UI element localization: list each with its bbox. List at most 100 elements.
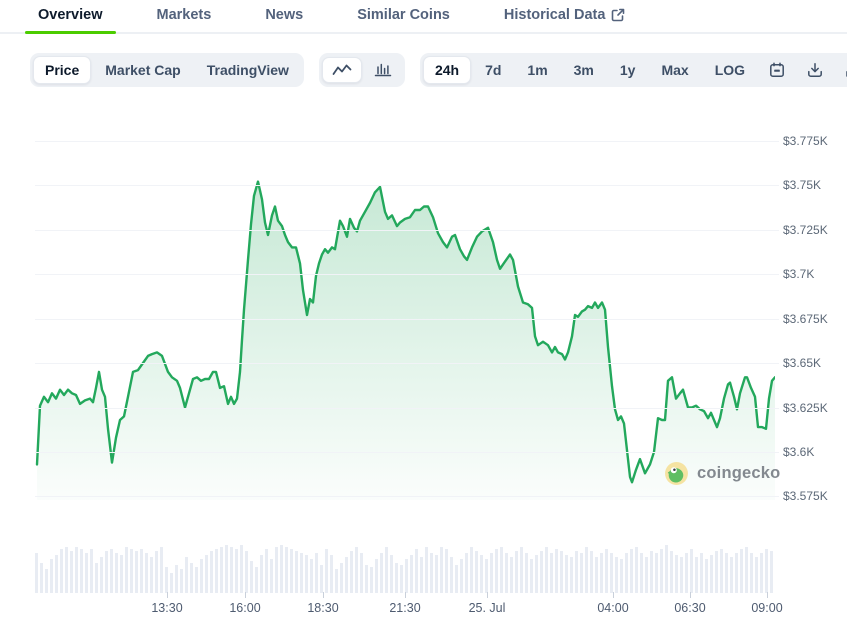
volume-bar [200,559,203,593]
volume-bar [760,553,763,593]
watermark-label: coingecko [697,464,780,483]
gridline [35,185,779,186]
x-axis-tick [245,592,246,598]
tool-button-download-icon[interactable] [797,56,833,84]
tool-button-calendar-icon[interactable] [759,56,795,84]
volume-bar [50,559,53,593]
volume-bar [310,559,313,593]
volume-bar [85,553,88,593]
volume-bar [255,567,258,593]
gridline [35,452,779,453]
volume-bar [650,551,653,593]
volume-bar [435,555,438,593]
volume-bar [530,559,533,593]
volume-bar [205,555,208,593]
volume-bar [660,549,663,593]
chart-type-toggle-group [319,53,405,87]
volume-bar [135,551,138,593]
volume-bar [685,553,688,593]
tab-news[interactable]: News [252,0,316,32]
volume-bars[interactable] [35,545,775,593]
volume-bar [305,555,308,593]
chart-type-button-bar-chart-icon[interactable] [364,57,402,83]
y-axis-label: $3.625K [783,400,845,416]
volume-bar [140,549,143,593]
volume-bar [230,547,233,593]
tab-label: Historical Data [504,7,606,23]
volume-bar [395,563,398,593]
volume-bar [490,553,493,593]
x-axis-tick [613,592,614,598]
volume-bar [710,555,713,593]
x-axis-label: 25. Jul [457,601,517,615]
volume-bar [505,553,508,593]
chart-type-button-line-chart-icon[interactable] [322,57,362,83]
volume-bar [555,549,558,593]
range-button-3m[interactable]: 3m [562,56,606,84]
volume-bar [170,573,173,593]
volume-bar [260,555,263,593]
gridline [35,141,779,142]
volume-bar [130,549,133,593]
volume-bar [280,545,283,593]
time-range-group: 24h7d1m3m1yMaxLOG [420,53,847,87]
gridline [35,363,779,364]
tool-button-expand-icon[interactable] [835,56,847,84]
volume-bar [670,551,673,593]
tab-overview[interactable]: Overview [25,0,116,32]
y-axis-label: $3.6K [783,444,845,460]
volume-bar [575,551,578,593]
gridline [35,274,779,275]
range-button-1y[interactable]: 1y [608,56,648,84]
tab-markets[interactable]: Markets [144,0,225,32]
y-axis-label: $3.65K [783,355,845,371]
gridline [35,408,779,409]
volume-bar [415,549,418,593]
range-button-max[interactable]: Max [649,56,700,84]
volume-bar [620,559,623,593]
volume-bar [520,547,523,593]
x-axis-label: 13:30 [137,601,197,615]
volume-bar [210,551,213,593]
x-axis-tick [487,592,488,598]
volume-bar [65,547,68,593]
gridline [35,496,779,497]
volume-bar [360,553,363,593]
volume-bar [355,547,358,593]
volume-bar [695,557,698,593]
range-button-log[interactable]: LOG [703,56,757,84]
volume-bar [160,547,163,593]
range-button-24h[interactable]: 24h [423,56,471,84]
y-axis-label: $3.7K [783,266,845,282]
metric-toggle-group: PriceMarket CapTradingView [30,53,304,87]
x-axis-label: 16:00 [215,601,275,615]
volume-bar [370,567,373,593]
volume-bar [190,563,193,593]
tab-similar-coins[interactable]: Similar Coins [344,0,463,32]
volume-bar [455,565,458,593]
volume-bar [60,549,63,593]
tab-historical-data[interactable]: Historical Data [491,0,639,32]
coingecko-watermark: coingecko [664,461,780,486]
metric-button-price[interactable]: Price [33,56,91,84]
volume-bar [450,557,453,593]
tab-label: News [265,7,303,23]
volume-bar [470,547,473,593]
volume-bar [350,551,353,593]
metric-button-market-cap[interactable]: Market Cap [93,56,192,84]
volume-bar [75,547,78,593]
metric-button-tradingview[interactable]: TradingView [195,56,301,84]
chart-toolbar: PriceMarket CapTradingView 24h7d1m3m1yMa… [30,53,845,87]
volume-bar [500,547,503,593]
volume-bar [320,565,323,593]
range-button-1m[interactable]: 1m [515,56,559,84]
volume-bar [220,547,223,593]
section-tab-bar: Overview Markets News Similar Coins Historic… [0,0,847,34]
volume-bar [45,569,48,593]
range-button-7d[interactable]: 7d [473,56,513,84]
volume-bar [715,551,718,593]
volume-bar [440,547,443,593]
x-axis-tick [690,592,691,598]
volume-bar [485,559,488,593]
volume-bar [510,557,513,593]
